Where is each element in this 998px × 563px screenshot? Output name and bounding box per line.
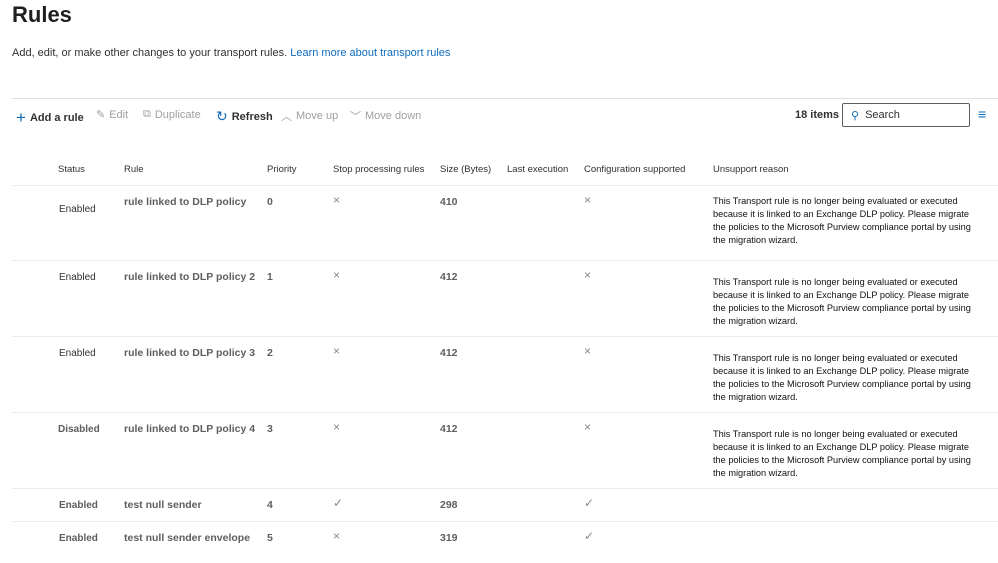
x-icon: ×	[333, 268, 341, 282]
col-rule[interactable]: Rule	[124, 164, 144, 175]
chevron-up-icon: ︿	[281, 111, 292, 123]
size-cell: 319	[440, 532, 458, 544]
col-size[interactable]: Size (Bytes)	[440, 164, 491, 175]
priority-cell: 1	[267, 271, 273, 283]
check-icon: ✓	[333, 496, 344, 510]
status-cell: Enabled	[59, 272, 96, 283]
x-icon: ×	[584, 193, 592, 207]
status-cell: Enabled	[59, 348, 96, 359]
col-status[interactable]: Status	[58, 164, 85, 175]
item-count: 18 items	[795, 109, 840, 121]
col-unsupport-reason[interactable]: Unsupport reason	[713, 164, 789, 175]
x-icon: ×	[333, 420, 341, 434]
copy-icon: ⧉	[143, 108, 151, 120]
table-row[interactable]: Disabled rule linked to DLP policy 4 3 ×…	[12, 412, 998, 488]
x-icon: ×	[584, 420, 592, 434]
col-priority[interactable]: Priority	[267, 164, 297, 175]
duplicate-label: Duplicate	[154, 108, 201, 121]
add-rule-label: Add a rule	[29, 112, 84, 124]
x-icon: ×	[584, 268, 592, 282]
unsupport-reason-cell: This Transport rule is no longer being e…	[713, 353, 971, 402]
x-icon: ×	[333, 193, 341, 207]
x-icon: ×	[333, 529, 341, 543]
search-placeholder: Search	[865, 109, 900, 121]
priority-cell: 3	[267, 423, 273, 435]
unsupport-reason-cell: This Transport rule is no longer being e…	[713, 277, 971, 326]
unsupport-reason-cell: This Transport rule is no longer being e…	[713, 429, 971, 478]
rule-name-cell[interactable]: rule linked to DLP policy 4	[124, 423, 255, 435]
divider	[12, 98, 998, 99]
table-row[interactable]: Enabled rule linked to DLP policy 3 2 × …	[12, 336, 998, 412]
priority-cell: 2	[267, 347, 273, 359]
plus-icon: +	[16, 108, 26, 127]
duplicate-button[interactable]: ⧉ Duplicate	[143, 108, 201, 121]
x-icon: ×	[584, 344, 592, 358]
description-text: Add, edit, or make other changes to your…	[12, 47, 288, 59]
check-icon: ✓	[584, 496, 595, 510]
rule-name-cell[interactable]: test null sender	[124, 499, 202, 511]
add-rule-button[interactable]: + Add a rule	[16, 108, 84, 128]
col-last-execution[interactable]: Last execution	[507, 164, 568, 175]
status-cell: Enabled	[59, 500, 98, 511]
size-cell: 412	[440, 271, 458, 283]
search-icon: ⚲	[851, 109, 860, 122]
priority-cell: 0	[267, 196, 273, 208]
table-row[interactable]: Enabled test null sender envelope 5 × 31…	[12, 521, 998, 555]
rule-name-cell[interactable]: rule linked to DLP policy 3	[124, 347, 255, 359]
page-title: Rules	[12, 2, 72, 27]
rule-name-cell[interactable]: rule linked to DLP policy	[124, 196, 246, 208]
status-cell: Disabled	[58, 424, 100, 435]
learn-more-link[interactable]: Learn more about transport rules	[290, 47, 450, 59]
size-cell: 298	[440, 499, 458, 511]
table-row[interactable]: Enabled rule linked to DLP policy 0 × 41…	[12, 185, 998, 260]
table-row[interactable]: Enabled test null sender 4 ✓ 298 ✓	[12, 488, 998, 521]
filter-menu-icon[interactable]: ≡	[978, 106, 986, 122]
check-icon: ✓	[584, 529, 595, 543]
move-up-label: Move up	[296, 110, 339, 122]
move-down-label: Move down	[365, 110, 422, 122]
unsupport-reason-cell: This Transport rule is no longer being e…	[713, 196, 971, 245]
size-cell: 412	[440, 423, 458, 435]
refresh-button[interactable]: ↻ Refresh	[216, 108, 273, 125]
edit-label: Edit	[109, 108, 129, 121]
rule-name-cell[interactable]: rule linked to DLP policy 2	[124, 271, 255, 283]
status-cell: Enabled	[59, 533, 98, 544]
page-description: Add, edit, or make other changes to your…	[12, 47, 450, 59]
search-input[interactable]: ⚲ Search	[842, 103, 970, 127]
size-cell: 412	[440, 347, 458, 359]
priority-cell: 4	[267, 499, 273, 511]
table-row[interactable]: Enabled rule linked to DLP policy 2 1 × …	[12, 260, 998, 336]
chevron-down-icon: ﹀	[350, 111, 361, 123]
refresh-label: Refresh	[231, 110, 273, 123]
col-stop-processing[interactable]: Stop processing rules	[333, 164, 424, 175]
move-down-button[interactable]: ﹀ Move down	[350, 108, 421, 124]
priority-cell: 5	[267, 532, 273, 544]
col-config-supported[interactable]: Configuration supported	[584, 164, 685, 175]
pencil-icon: ✎	[96, 109, 106, 121]
status-cell: Enabled	[59, 204, 96, 215]
move-up-button[interactable]: ︿ Move up	[281, 108, 338, 124]
refresh-icon: ↻	[216, 108, 228, 124]
size-cell: 410	[440, 196, 458, 208]
rule-name-cell[interactable]: test null sender envelope	[124, 532, 250, 544]
x-icon: ×	[333, 344, 341, 358]
edit-button[interactable]: ✎ Edit	[96, 108, 129, 122]
